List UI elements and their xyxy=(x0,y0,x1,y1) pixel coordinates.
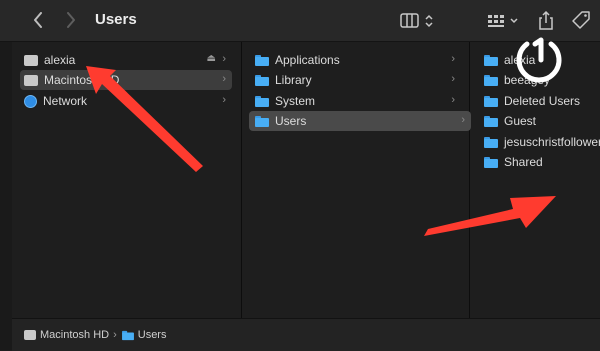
red-arrow-icon xyxy=(424,196,556,236)
watermark-logo-icon xyxy=(516,37,562,83)
red-arrow-icon xyxy=(86,66,203,172)
annotation-arrows xyxy=(86,66,556,236)
